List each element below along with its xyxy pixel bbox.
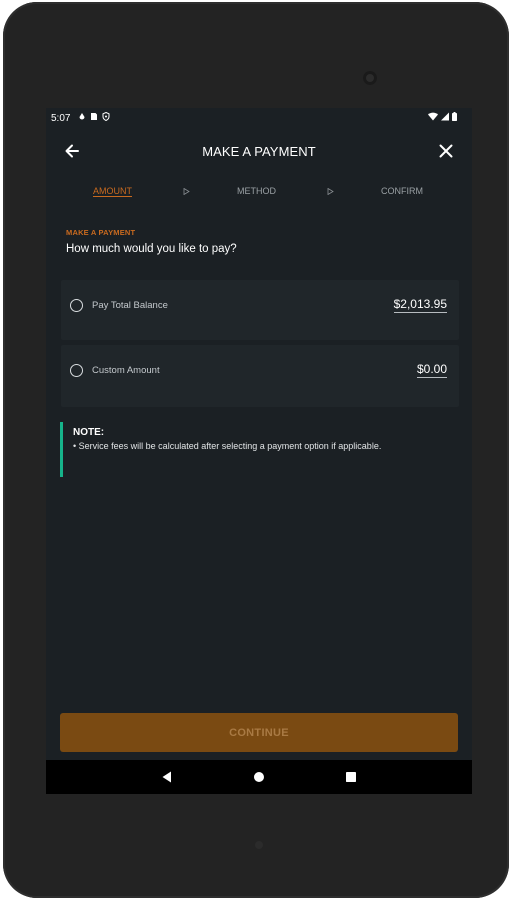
front-camera	[363, 71, 377, 85]
continue-button[interactable]: CONTINUE	[60, 713, 458, 752]
system-nav-bar	[46, 760, 472, 794]
custom-amount-input[interactable]: $0.00	[416, 362, 447, 378]
radio-button[interactable]	[70, 299, 83, 312]
app-header: MAKE A PAYMENT	[46, 132, 472, 172]
section-label: MAKE A PAYMENT	[66, 228, 136, 237]
shield-icon	[102, 112, 110, 121]
note-accent-bar	[60, 422, 63, 477]
status-time: 5:07	[51, 113, 71, 124]
nav-home-icon[interactable]	[250, 768, 268, 786]
step-method[interactable]: METHOD	[237, 186, 276, 196]
step-arrow-icon	[327, 188, 334, 195]
note-text: • Service fees will be calculated after …	[73, 441, 382, 451]
app-screen: 5:07 MAKE A PAYMENT AMOUNT METHOD CONFIR…	[46, 108, 472, 794]
note-box: NOTE: • Service fees will be calculated …	[60, 422, 460, 477]
close-icon[interactable]	[436, 141, 456, 161]
option-amount: $2,013.95	[393, 297, 447, 313]
note-title: NOTE:	[73, 427, 105, 438]
radio-button[interactable]	[70, 364, 83, 377]
signal-icon	[441, 112, 449, 121]
device-sensor	[255, 841, 263, 849]
option-label: Pay Total Balance	[92, 300, 168, 311]
step-amount[interactable]: AMOUNT	[93, 186, 132, 196]
wifi-icon	[428, 112, 438, 121]
payment-question: How much would you like to pay?	[66, 243, 237, 255]
option-pay-total-balance[interactable]: Pay Total Balance $2,013.95	[61, 280, 459, 340]
status-icons-right	[428, 112, 457, 121]
status-bar: 5:07	[46, 108, 472, 128]
drop-icon	[79, 113, 85, 120]
payment-stepper: AMOUNT METHOD CONFIRM	[46, 186, 472, 200]
nav-recent-apps-icon[interactable]	[342, 768, 360, 786]
nav-back-icon[interactable]	[158, 768, 176, 786]
option-label: Custom Amount	[92, 365, 160, 376]
sim-card-icon	[91, 113, 97, 120]
battery-icon	[452, 112, 457, 121]
step-confirm[interactable]: CONFIRM	[381, 186, 423, 196]
page-title: MAKE A PAYMENT	[202, 144, 316, 159]
status-icons-left	[78, 112, 110, 121]
step-arrow-icon	[183, 188, 190, 195]
tablet-device-frame: 5:07 MAKE A PAYMENT AMOUNT METHOD CONFIR…	[3, 2, 509, 898]
option-custom-amount[interactable]: Custom Amount $0.00	[61, 345, 459, 407]
